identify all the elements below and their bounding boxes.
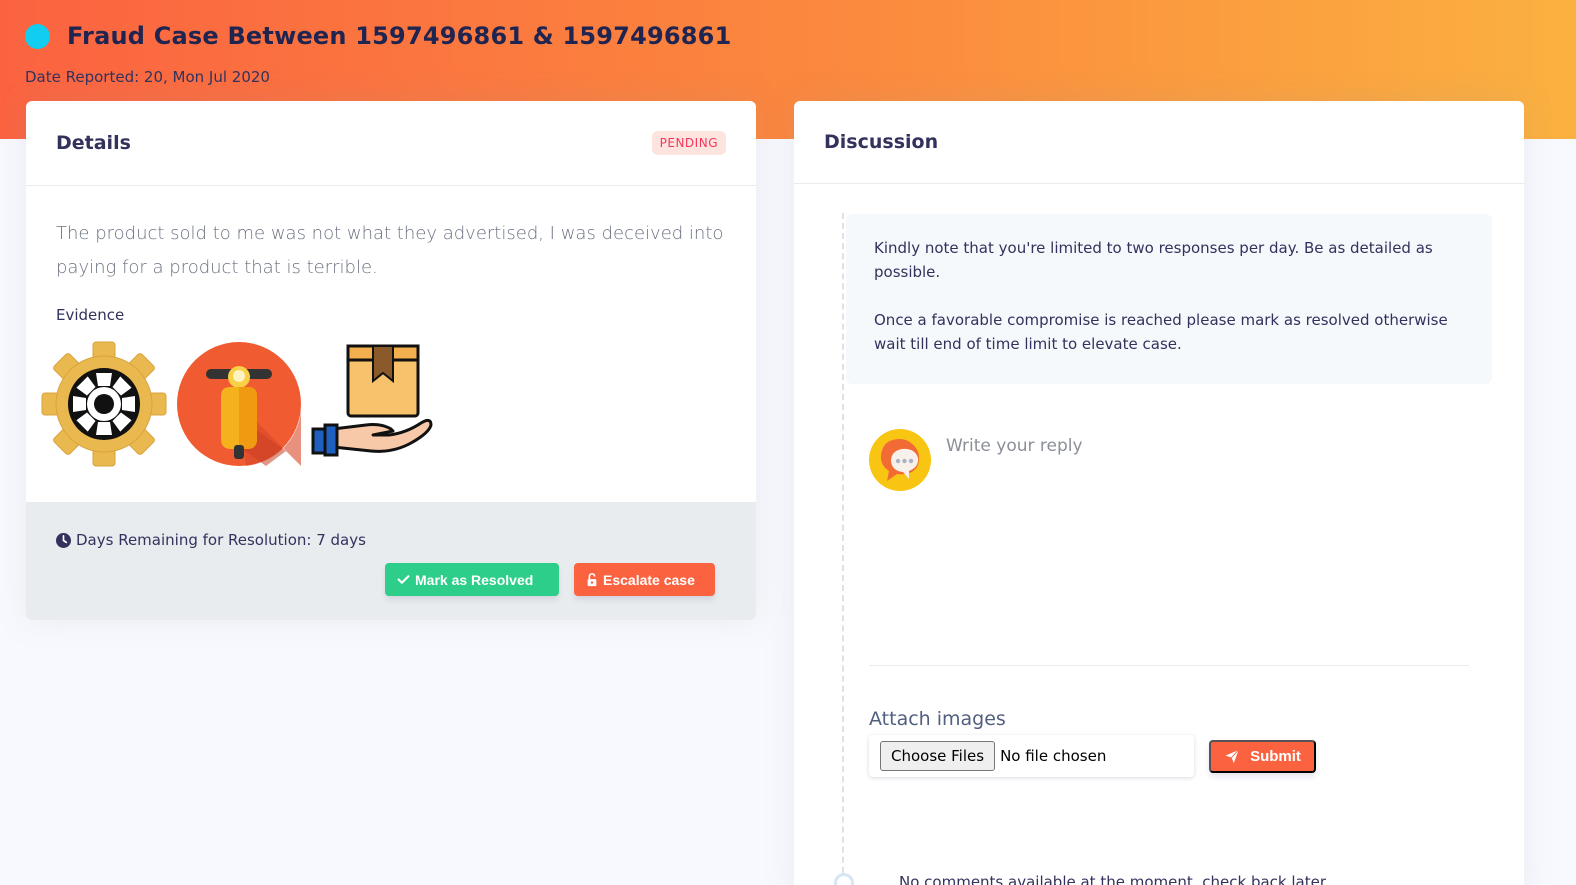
escalate-case-button[interactable]: Escalate case bbox=[574, 563, 715, 596]
status-badge: PENDING bbox=[651, 131, 726, 155]
scooter-image[interactable] bbox=[176, 341, 302, 467]
days-remaining-text: Days Remaining for Resolution: 7 days bbox=[76, 531, 366, 549]
chat-avatar-icon bbox=[869, 429, 931, 491]
check-icon bbox=[397, 575, 410, 584]
discussion-header: Discussion bbox=[794, 101, 1524, 184]
status-dot bbox=[25, 23, 50, 49]
unlock-icon bbox=[587, 572, 597, 586]
response-limit-note: Kindly note that you're limited to two r… bbox=[846, 214, 1492, 384]
mark-as-resolved-button[interactable]: Mark as Resolved bbox=[385, 563, 559, 596]
attach-images-label: Attach images bbox=[869, 708, 1006, 730]
timeline-line bbox=[842, 213, 844, 885]
choose-files-button[interactable]: Choose Files bbox=[880, 741, 996, 771]
complaint-text: The product sold to me was not what they… bbox=[56, 223, 724, 278]
discussion-card: Discussion Kindly note that you're limit… bbox=[794, 101, 1524, 885]
page-title: Fraud Case Between 1597496861 & 15974968… bbox=[67, 22, 732, 50]
details-title: Details bbox=[56, 132, 131, 154]
evidence-label: Evidence bbox=[56, 306, 125, 324]
details-header: Details PENDING bbox=[26, 101, 756, 186]
days-remaining: Days Remaining for Resolution: 7 days bbox=[56, 531, 366, 549]
note-line-1: Kindly note that you're limited to two r… bbox=[874, 239, 1433, 281]
submit-button[interactable]: Submit bbox=[1209, 740, 1316, 773]
submit-label: Submit bbox=[1250, 748, 1301, 765]
clock-icon bbox=[56, 532, 71, 548]
date-reported: Date Reported: 20, Mon Jul 2020 bbox=[25, 68, 270, 86]
no-comments-text: No comments available at the moment, che… bbox=[899, 873, 1327, 885]
gear-image[interactable] bbox=[41, 341, 167, 467]
file-input[interactable]: Choose Files No file chosen bbox=[869, 735, 1194, 777]
escalate-case-label: Escalate case bbox=[603, 571, 695, 588]
case-title-row: Fraud Case Between 1597496861 & 15974968… bbox=[25, 22, 731, 50]
mark-as-resolved-label: Mark as Resolved bbox=[415, 571, 534, 588]
timeline-dot bbox=[834, 873, 854, 885]
reply-textarea[interactable] bbox=[938, 431, 1468, 661]
details-footer: Days Remaining for Resolution: 7 days Ma… bbox=[26, 502, 756, 620]
reply-divider bbox=[869, 665, 1469, 666]
paper-plane-icon bbox=[1225, 749, 1239, 764]
no-file-chosen-text: No file chosen bbox=[1000, 747, 1107, 765]
evidence-gallery bbox=[41, 341, 437, 467]
details-card: Details PENDING The product sold to me w… bbox=[26, 101, 756, 620]
discussion-title: Discussion bbox=[824, 131, 939, 153]
package-delivery-image[interactable] bbox=[311, 341, 437, 467]
note-line-2: Once a favorable compromise is reached p… bbox=[874, 311, 1448, 353]
